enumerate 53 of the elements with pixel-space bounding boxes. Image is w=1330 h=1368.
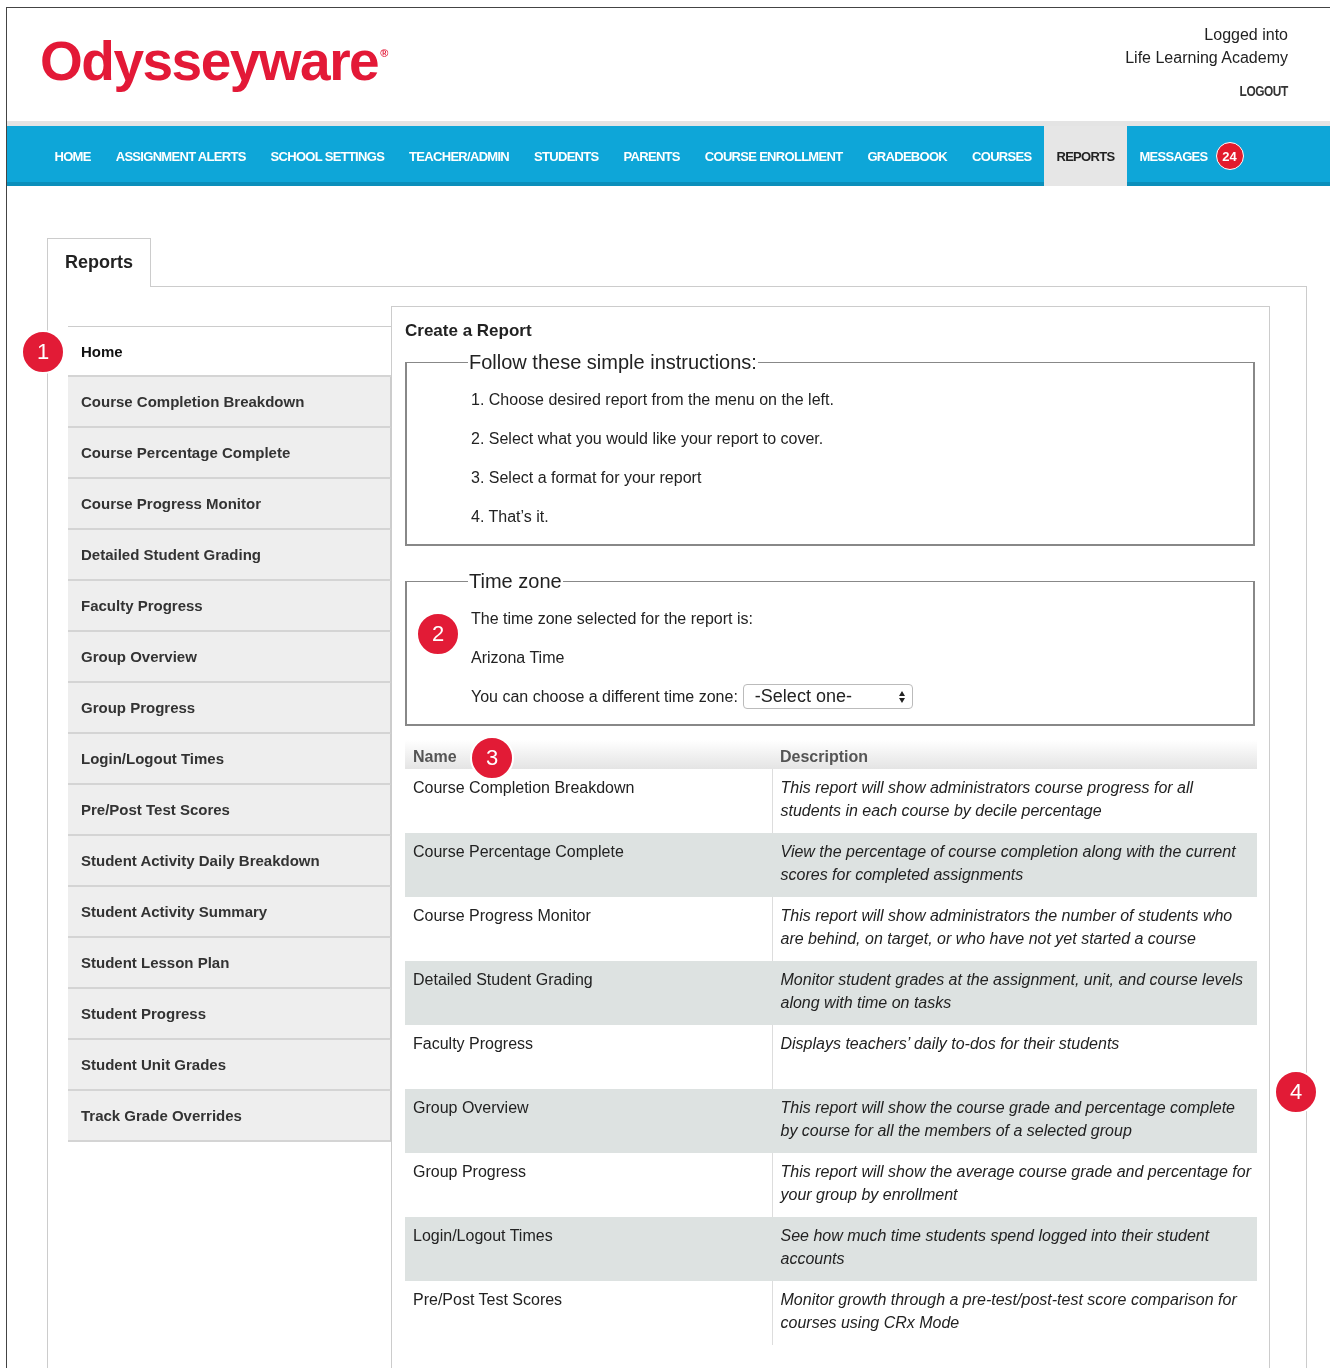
sidebar-item[interactable]: Student Progress xyxy=(68,989,391,1040)
fieldset-legend: Time zone xyxy=(468,570,563,593)
sidebar-item[interactable]: Group Overview xyxy=(68,632,391,683)
table-cell: Login/Logout Times xyxy=(405,1217,772,1281)
instruction-step: 2. Select what you would like your report to cover. xyxy=(471,419,1253,458)
sidebar-item[interactable]: Course Percentage Complete xyxy=(68,428,391,479)
table-cell: Detailed Student Grading xyxy=(405,961,772,1025)
sidebar-item[interactable]: Faculty Progress xyxy=(68,581,391,632)
table-cell: View the percentage of course completion along with the current scores for completed assignments xyxy=(772,833,1257,897)
instruction-step: 4. That’s it. xyxy=(471,497,1253,536)
table-cell: Pre/Post Test Scores xyxy=(405,1281,772,1345)
sidebar-item[interactable]: Student Lesson Plan xyxy=(68,938,391,989)
callout-marker: 3 xyxy=(470,736,514,780)
sidebar-item[interactable]: Home xyxy=(68,326,391,377)
table-cell: This report will show the course grade and percentage complete by course for all the members of a selected group xyxy=(772,1089,1257,1153)
table-cell: Course Percentage Complete xyxy=(405,833,772,897)
sidebar-item[interactable]: Login/Logout Times xyxy=(68,734,391,785)
page-tab[interactable]: Reports xyxy=(47,238,151,287)
sidebar-item[interactable]: Track Grade Overrides xyxy=(68,1091,391,1142)
fieldset-legend: Follow these simple instructions: xyxy=(468,351,758,374)
time-zone-value: Arizona Time xyxy=(471,648,566,668)
time-zone-text: The time zone selected for the report is: xyxy=(471,609,754,629)
sidebar-item[interactable]: Student Activity Summary xyxy=(68,887,391,938)
table-cell: Monitor student grades at the assignment, unit, and course levels along with time on tasks xyxy=(772,961,1257,1025)
callout-marker: 4 xyxy=(1274,1070,1318,1114)
sidebar-item[interactable]: Group Progress xyxy=(68,683,391,734)
sidebar-item[interactable]: Pre/Post Test Scores xyxy=(68,785,391,836)
logo[interactable]: Odysseyware® xyxy=(40,34,389,92)
instruction-step: 3. Select a format for your report xyxy=(471,458,1253,497)
table-cell: Course Progress Monitor xyxy=(405,897,772,961)
sidebar-item[interactable]: Detailed Student Grading xyxy=(68,530,391,581)
up-down-arrows-icon xyxy=(897,689,906,704)
callout-marker: 1 xyxy=(21,330,65,374)
instruction-step: 1. Choose desired report from the menu on the left. xyxy=(471,380,1253,419)
table-cell: Faculty Progress xyxy=(405,1025,772,1089)
time-zone-select[interactable]: -Select one- xyxy=(742,684,913,709)
nav-tab[interactable]: MESSAGES 24 xyxy=(1126,126,1256,186)
callout-marker: 2 xyxy=(416,612,460,656)
sidebar-item[interactable]: Course Progress Monitor xyxy=(68,479,391,530)
nav-tab[interactable]: REPORTS xyxy=(1043,126,1127,186)
table-cell: Group Overview xyxy=(405,1089,772,1153)
logout-link[interactable]: LOGOUT xyxy=(1239,80,1288,103)
account-text: Logged into xyxy=(1204,25,1288,45)
table-cell: See how much time students spend logged into their student accounts xyxy=(772,1217,1257,1281)
message-count-badge: 24 xyxy=(1215,142,1244,170)
section-title: Create a Report xyxy=(405,321,533,341)
sidebar-item[interactable]: Student Activity Daily Breakdown xyxy=(68,836,391,887)
time-zone-label: You can choose a different time zone: xyxy=(471,687,738,707)
table-cell: Group Progress xyxy=(405,1153,772,1217)
sidebar-item[interactable]: Course Completion Breakdown xyxy=(68,377,391,428)
account-text: Life Learning Academy xyxy=(1125,48,1288,68)
sidebar-item[interactable]: Student Unit Grades xyxy=(68,1040,391,1091)
table-cell: Monitor growth through a pre-test/post-test score comparison for courses using CRx Mode xyxy=(772,1281,1257,1345)
